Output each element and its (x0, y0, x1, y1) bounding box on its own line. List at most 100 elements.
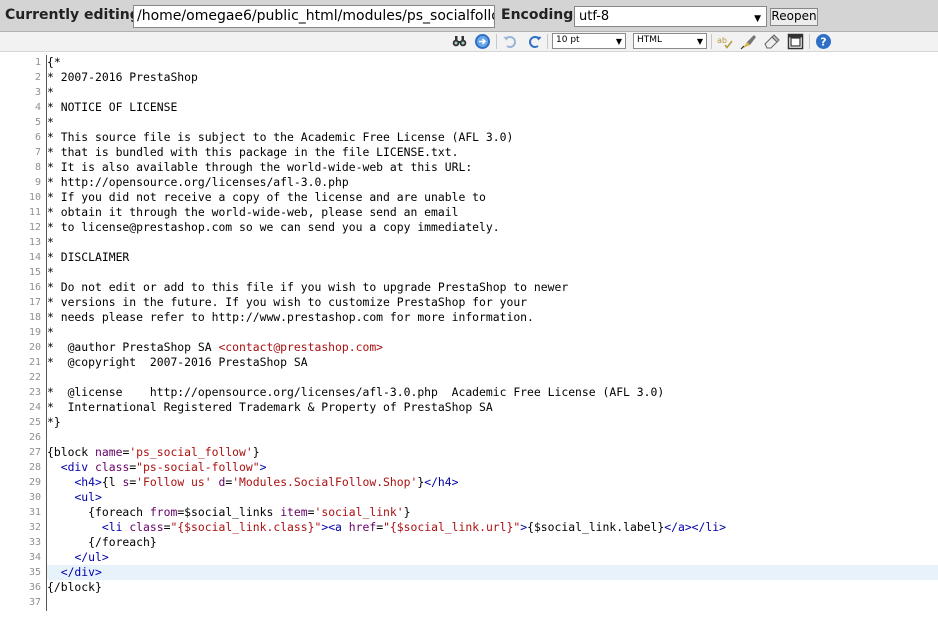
code-token: * DISCLAIMER (47, 250, 130, 264)
code-token: } (403, 505, 411, 519)
code-token: * (47, 115, 54, 129)
code-line[interactable]: * (47, 115, 938, 130)
code-line[interactable]: <h4>{l s='Follow us' d='Modules.SocialFo… (47, 475, 938, 490)
chevron-down-icon: ▼ (696, 37, 703, 46)
code-line[interactable]: </div> (47, 565, 938, 580)
line-number: 2 (34, 72, 41, 83)
editor-toolbar: 10 pt ▼ HTML ▼ ab ? (0, 32, 938, 52)
code-line[interactable]: * versions in the future. If you wish to… (47, 295, 938, 310)
line-number: 19 (28, 327, 41, 338)
code-line[interactable]: * http://opensource.org/licenses/afl-3.0… (47, 175, 938, 190)
code-token: {$social_link.label} (527, 520, 665, 534)
code-line[interactable]: {/foreach} (47, 535, 938, 550)
svg-text:ab: ab (717, 36, 727, 45)
toolbar-separator (809, 34, 810, 49)
code-line[interactable]: </ul> (47, 550, 938, 565)
code-token: ><a (321, 520, 349, 534)
code-token: 'Follow us' (136, 475, 212, 489)
code-line[interactable]: <ul> (47, 490, 938, 505)
code-line[interactable]: * It is also available through the world… (47, 160, 938, 175)
code-line[interactable]: * @copyright 2007-2016 PrestaShop SA (47, 355, 938, 370)
help-icon[interactable]: ? (815, 33, 832, 50)
code-token: * @license http://opensource.org/license… (47, 385, 665, 399)
search-icon[interactable] (451, 33, 468, 50)
currently-editing-label: Currently editing: (5, 7, 146, 23)
code-line[interactable]: * Do not edit or add to this file if you… (47, 280, 938, 295)
code-line[interactable]: * obtain it through the world-wide-web, … (47, 205, 938, 220)
highlight-icon[interactable] (740, 33, 757, 50)
code-token: * It is also available through the world… (47, 160, 473, 174)
code-line[interactable]: * that is bundled with this package in t… (47, 145, 938, 160)
reset-icon[interactable] (763, 33, 780, 50)
code-line[interactable]: * (47, 235, 938, 250)
code-line[interactable]: * If you did not receive a copy of the l… (47, 190, 938, 205)
reopen-button[interactable]: Reopen (770, 8, 818, 26)
code-line[interactable]: {foreach from=$social_links item='social… (47, 505, 938, 520)
code-token: * Do not edit or add to this file if you… (47, 280, 569, 294)
redo-icon[interactable] (526, 33, 543, 50)
line-number: 20 (28, 342, 41, 353)
code-line[interactable]: *} (47, 415, 938, 430)
line-number: 23 (28, 387, 41, 398)
code-token: * versions in the future. If you wish to… (47, 295, 528, 309)
code-token: {* (47, 55, 61, 69)
code-line[interactable]: <div class="ps-social-follow"> (47, 460, 938, 475)
code-line[interactable] (47, 595, 938, 610)
line-number: 33 (28, 537, 41, 548)
toolbar-separator (711, 34, 712, 49)
line-number: 25 (28, 417, 41, 428)
code-line[interactable]: * 2007-2016 PrestaShop (47, 70, 938, 85)
code-line[interactable] (47, 430, 938, 445)
code-token: * http://opensource.org/licenses/afl-3.0… (47, 175, 349, 189)
code-line[interactable]: * (47, 325, 938, 340)
code-line[interactable]: * @author PrestaShop SA <contact@prestas… (47, 340, 938, 355)
code-token: * (47, 235, 54, 249)
line-number: 18 (28, 312, 41, 323)
undo-icon[interactable] (502, 33, 519, 50)
line-number: 4 (34, 102, 41, 113)
code-token: 'social_link' (314, 505, 404, 519)
goto-icon[interactable] (474, 33, 491, 50)
code-token: } (252, 445, 260, 459)
fullscreen-icon[interactable] (787, 33, 804, 50)
svg-text:?: ? (820, 36, 826, 49)
code-line[interactable]: * DISCLAIMER (47, 250, 938, 265)
code-line[interactable]: * International Registered Trademark & P… (47, 400, 938, 415)
code-token: * If you did not receive a copy of the l… (47, 190, 486, 204)
code-token: =$social_links (177, 505, 281, 519)
code-token: <li (101, 520, 130, 534)
code-line[interactable]: * needs please refer to http://www.prest… (47, 310, 938, 325)
line-number: 6 (34, 132, 41, 143)
line-number: 36 (28, 582, 41, 593)
encoding-label: Encoding: (501, 7, 579, 23)
code-line[interactable]: {block name='ps_social_follow'} (47, 445, 938, 460)
code-token: * (47, 325, 54, 339)
font-size-select[interactable]: 10 pt ▼ (552, 33, 626, 49)
code-token: <h4> (74, 475, 102, 489)
code-line[interactable]: * to license@prestashop.com so we can se… (47, 220, 938, 235)
encoding-select[interactable]: utf-8 ▼ (574, 6, 767, 27)
line-number: 22 (28, 372, 41, 383)
code-token: {block (47, 445, 96, 459)
code-line[interactable]: * (47, 85, 938, 100)
code-line[interactable]: * NOTICE OF LICENSE (47, 100, 938, 115)
spellcheck-icon[interactable]: ab (716, 33, 733, 50)
code-token: * 2007-2016 PrestaShop (47, 70, 198, 84)
line-number: 5 (34, 117, 41, 128)
code-editor[interactable]: 1 2 3 4 5 6 7 8 9 10 11 12 13 14 15 16 17 18 19 20 21 22 23 24 2… (0, 55, 938, 626)
code-line[interactable]: {/block} (47, 580, 938, 595)
code-line[interactable]: * (47, 265, 938, 280)
file-editor-header: Currently editing: /home/omegae6/public_… (0, 0, 938, 32)
line-number: 32 (28, 522, 41, 533)
code-token: 'ps_social_follow' (129, 445, 253, 459)
syntax-select[interactable]: HTML ▼ (633, 33, 707, 49)
code-line[interactable]: * @license http://opensource.org/license… (47, 385, 938, 400)
code-token: "{$social_link.url}" (383, 520, 521, 534)
code-line[interactable] (47, 370, 938, 385)
file-path-field[interactable]: /home/omegae6/public_html/modules/ps_soc… (133, 5, 495, 28)
code-line[interactable]: {* (47, 55, 938, 70)
code-line[interactable]: * This source file is subject to the Aca… (47, 130, 938, 145)
line-number: 28 (28, 462, 41, 473)
code-line[interactable]: <li class="{$social_link.class}"><a href… (47, 520, 938, 535)
